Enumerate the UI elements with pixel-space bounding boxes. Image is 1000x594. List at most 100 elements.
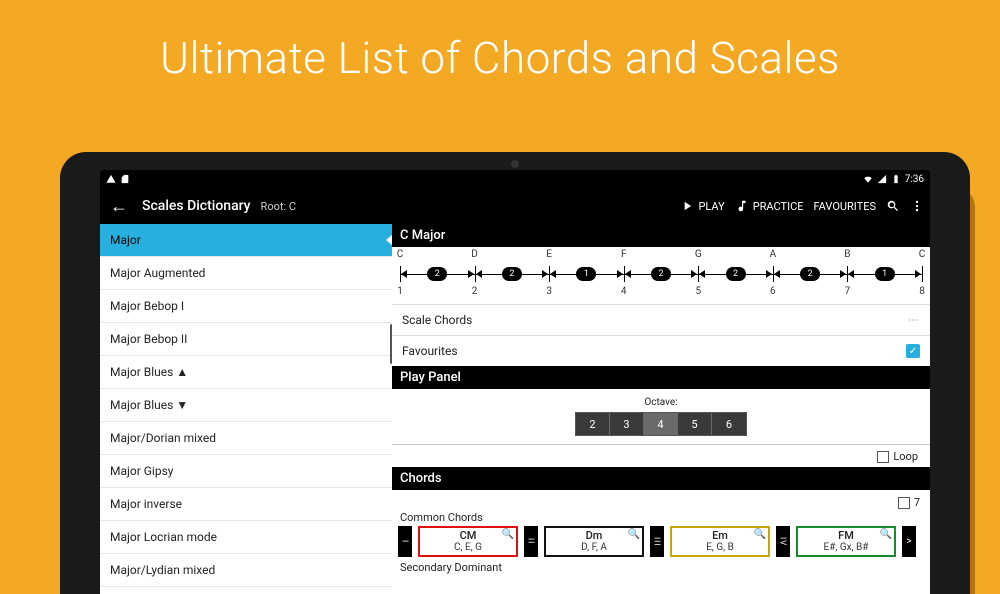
scale-list-item[interactable]: Major Blues ▼ (100, 389, 392, 422)
overflow-menu[interactable] (910, 199, 924, 213)
play-action[interactable]: PLAY (680, 199, 724, 213)
scale-list-item[interactable]: Major (100, 224, 392, 257)
seventh-toggle-row[interactable]: 7 (402, 496, 920, 509)
chord-card[interactable]: 🔍 CMC, E, G (418, 526, 518, 557)
step-label: 3 (546, 286, 552, 297)
favourites-action[interactable]: FAVOURITES (814, 200, 876, 213)
step-label: 6 (770, 286, 776, 297)
chord-card[interactable]: 🔍 DmD, F, A (544, 526, 644, 557)
seventh-checkbox[interactable] (898, 497, 910, 509)
note-label: D (471, 249, 478, 260)
loop-checkbox[interactable] (877, 451, 889, 463)
magnify-icon[interactable]: 🔍 (754, 529, 766, 540)
play-panel: Octave: 23456 (392, 389, 930, 445)
chord-notes: E#, Gx, B# (824, 542, 869, 553)
magnify-icon[interactable]: 🔍 (502, 529, 514, 540)
scale-list-item[interactable]: Major/Dorian mixed (100, 422, 392, 455)
octave-button[interactable]: 5 (678, 413, 712, 435)
scrollbar-thumb[interactable] (390, 324, 392, 364)
favourites-row[interactable]: Favourites ✓ (392, 335, 930, 366)
favourites-checkbox[interactable]: ✓ (906, 344, 920, 358)
root-note-label[interactable]: Root: C (261, 200, 296, 213)
chord-roman-label: I (398, 526, 412, 557)
octave-button[interactable]: 6 (712, 413, 746, 435)
practice-label: PRACTICE (753, 200, 804, 213)
favourites-label: FAVOURITES (814, 200, 876, 213)
seventh-label: 7 (914, 496, 920, 509)
scale-list-item[interactable]: Major Augmented (100, 257, 392, 290)
play-label: PLAY (698, 200, 724, 213)
octave-button[interactable]: 2 (576, 413, 610, 435)
promo-headline: Ultimate List of Chords and Scales (0, 32, 1000, 84)
chord-roman-label: II (524, 526, 538, 557)
interval-line: 2212221 (400, 263, 922, 285)
interval-bubble: 2 (502, 267, 522, 281)
play-panel-header: Play Panel (392, 366, 930, 389)
octave-button[interactable]: 3 (610, 413, 644, 435)
chord-card[interactable]: 🔍 FME#, Gx, B# (796, 526, 896, 557)
action-bar: ← Scales Dictionary Root: C PLAY PRACTIC… (100, 188, 930, 224)
interval-bubble: 2 (800, 267, 820, 281)
scale-chords-row[interactable]: Scale Chords ⋯ (392, 304, 930, 335)
status-bar: 7:36 (100, 170, 930, 188)
note-label: E (546, 249, 552, 260)
note-label: G (695, 249, 702, 260)
chord-notes: E, G, B (706, 542, 734, 553)
chord-name: FM (838, 529, 854, 542)
scale-list-item[interactable]: Major/Lydian mixed (100, 554, 392, 587)
scale-diagram: CDEFGABC 2212221 12345678 (392, 247, 930, 304)
scale-list-item[interactable]: Major Bebop I (100, 290, 392, 323)
chords-area: 7 Common Chords I 🔍 CMC, E, G II 🔍 DmD, F, A I… (392, 490, 930, 580)
chord-notes: C, E, G (454, 542, 482, 553)
app-title: Scales Dictionary (142, 198, 251, 214)
step-label: 8 (919, 286, 925, 297)
step-label: 2 (472, 286, 478, 297)
app-body: MajorMajor AugmentedMajor Bebop IMajor B… (100, 224, 930, 594)
chord-notes: D, F, A (581, 542, 607, 553)
chord-name: Em (712, 529, 728, 542)
search-action[interactable] (886, 199, 900, 213)
wifi-icon (863, 174, 873, 184)
note-label: B (844, 249, 850, 260)
chord-card[interactable]: 🔍 EmE, G, B (670, 526, 770, 557)
common-chords-label: Common Chords (400, 511, 924, 524)
practice-action[interactable]: PRACTICE (735, 199, 804, 213)
scale-list-item[interactable]: Major Blues ▲ (100, 356, 392, 389)
tablet-screen: 7:36 ← Scales Dictionary Root: C PLAY PR… (100, 170, 930, 594)
scale-list-item[interactable]: Major Gipsy (100, 455, 392, 488)
step-label: 7 (845, 286, 851, 297)
note-label: F (621, 249, 627, 260)
octave-button[interactable]: 4 (644, 413, 678, 435)
chord-row: I🔍CMC, E, GII🔍DmD, F, AIII🔍EmE, G, BIV🔍F… (398, 526, 924, 557)
interval-bubble: 1 (875, 267, 895, 281)
signal-icon (877, 174, 887, 184)
favourites-row-label: Favourites (402, 344, 458, 358)
scale-list-item[interactable]: Major inverse (100, 488, 392, 521)
chords-scroll-right[interactable]: > (902, 526, 916, 557)
scales-list[interactable]: MajorMajor AugmentedMajor Bebop IMajor B… (100, 224, 392, 594)
octave-selector[interactable]: 23456 (575, 412, 747, 436)
scale-list-item[interactable]: Major Locrian mode (100, 521, 392, 554)
chord-name: Dm (586, 529, 603, 542)
step-label: 1 (397, 286, 403, 297)
note-label: C (919, 249, 926, 260)
chord-name: CM (460, 529, 477, 542)
loop-row[interactable]: Loop (392, 445, 930, 467)
scale-title-header: C Major (392, 224, 930, 247)
magnify-icon[interactable]: 🔍 (880, 529, 892, 540)
step-label: 5 (695, 286, 701, 297)
magnify-icon[interactable]: 🔍 (628, 529, 640, 540)
interval-bubble: 2 (427, 267, 447, 281)
warning-icon (106, 174, 116, 184)
more-icon: ⋯ (908, 315, 920, 326)
chord-roman-label: IV (776, 526, 790, 557)
back-button[interactable]: ← (106, 196, 132, 217)
octave-label: Octave: (400, 397, 922, 408)
main-panel: C Major CDEFGABC 2212221 12345678 Scale … (392, 224, 930, 594)
music-note-icon (735, 199, 749, 213)
sd-icon (120, 174, 130, 184)
interval-bubble: 1 (576, 267, 596, 281)
scale-chords-label: Scale Chords (402, 313, 472, 327)
secondary-dominant-label: Secondary Dominant (400, 561, 924, 574)
scale-list-item[interactable]: Major Bebop II (100, 323, 392, 356)
